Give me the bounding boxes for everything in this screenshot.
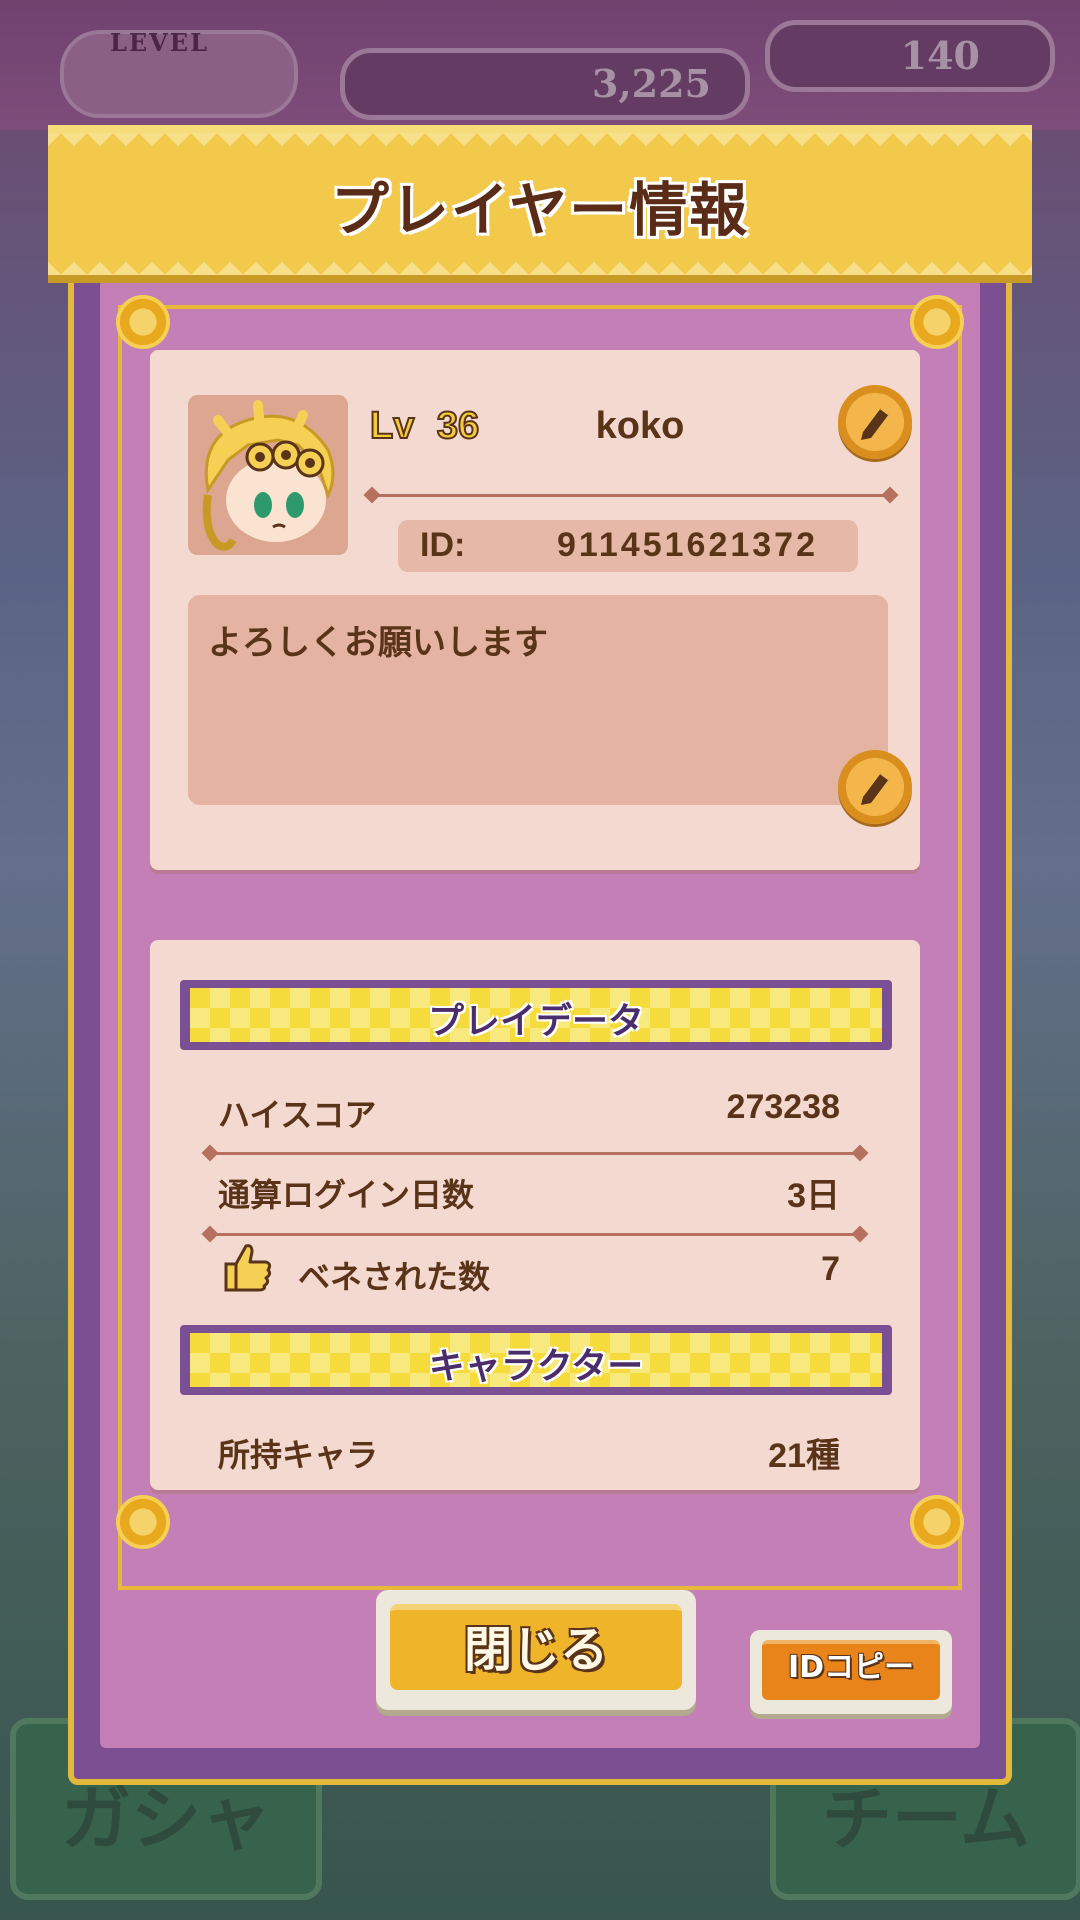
owned-characters-label: 所持キャラ <box>218 1436 379 1474</box>
pencil-icon <box>861 406 890 440</box>
play-data-card: プレイデータ ハイスコア 273238 通算ログイン日数 3日 ベネされた数 7… <box>150 940 920 1490</box>
corner-ornament-icon <box>116 295 170 349</box>
corner-ornament-icon <box>910 295 964 349</box>
character-title: キャラクター <box>428 1346 644 1387</box>
player-comment-box: よろしくお願いします <box>188 595 888 805</box>
dialog-header: プレイヤー情報 <box>48 125 1032 275</box>
thumbs-up-icon <box>224 1244 272 1292</box>
header-zigzag-bottom <box>48 253 1032 275</box>
copy-id-button-label: IDコピー <box>787 1650 915 1685</box>
play-data-title: プレイデータ <box>427 1001 644 1042</box>
dialog-title: プレイヤー情報 <box>330 176 750 244</box>
player-id-box: ID: 911451621372 <box>398 520 858 572</box>
bene-count-value: 7 <box>821 1250 840 1288</box>
player-name: koko <box>595 405 685 447</box>
player-comment: よろしくお願いします <box>208 623 548 663</box>
player-level-label: Lv 36 <box>369 404 480 448</box>
close-button[interactable]: 閉じる <box>376 1590 696 1710</box>
character-banner: キャラクター <box>180 1325 892 1395</box>
owned-characters-value: 21種 <box>768 1437 840 1475</box>
player-id-value: 911451621372 <box>556 526 818 564</box>
divider <box>210 1152 860 1155</box>
high-score-label: ハイスコア <box>218 1096 377 1134</box>
corner-ornament-icon <box>910 1495 964 1549</box>
play-data-banner: プレイデータ <box>180 980 892 1050</box>
divider <box>372 494 890 497</box>
login-days-value: 3日 <box>787 1177 840 1215</box>
player-id-label: ID: <box>420 526 466 564</box>
login-days-label: 通算ログイン日数 <box>218 1176 475 1214</box>
copy-id-button[interactable]: IDコピー <box>750 1630 952 1714</box>
level-prefix: Lv <box>369 404 415 448</box>
edit-name-button[interactable] <box>838 385 912 459</box>
header-zigzag-top <box>48 133 1032 155</box>
pencil-icon <box>861 771 890 805</box>
corner-ornament-icon <box>116 1495 170 1549</box>
high-score-value: 273238 <box>726 1088 840 1126</box>
player-info-dialog: プレイヤー情報 Lv 36 koko ID: 911451621372 よろしく… <box>48 125 1032 1785</box>
edit-comment-button[interactable] <box>838 750 912 824</box>
bene-count-label: ベネされた数 <box>298 1258 491 1296</box>
profile-card: Lv 36 koko ID: 911451621372 よろしくお願いします <box>150 350 920 870</box>
level-value: 36 <box>436 404 480 448</box>
close-button-label: 閉じる <box>463 1622 608 1678</box>
player-avatar <box>188 395 348 555</box>
divider <box>210 1233 860 1236</box>
